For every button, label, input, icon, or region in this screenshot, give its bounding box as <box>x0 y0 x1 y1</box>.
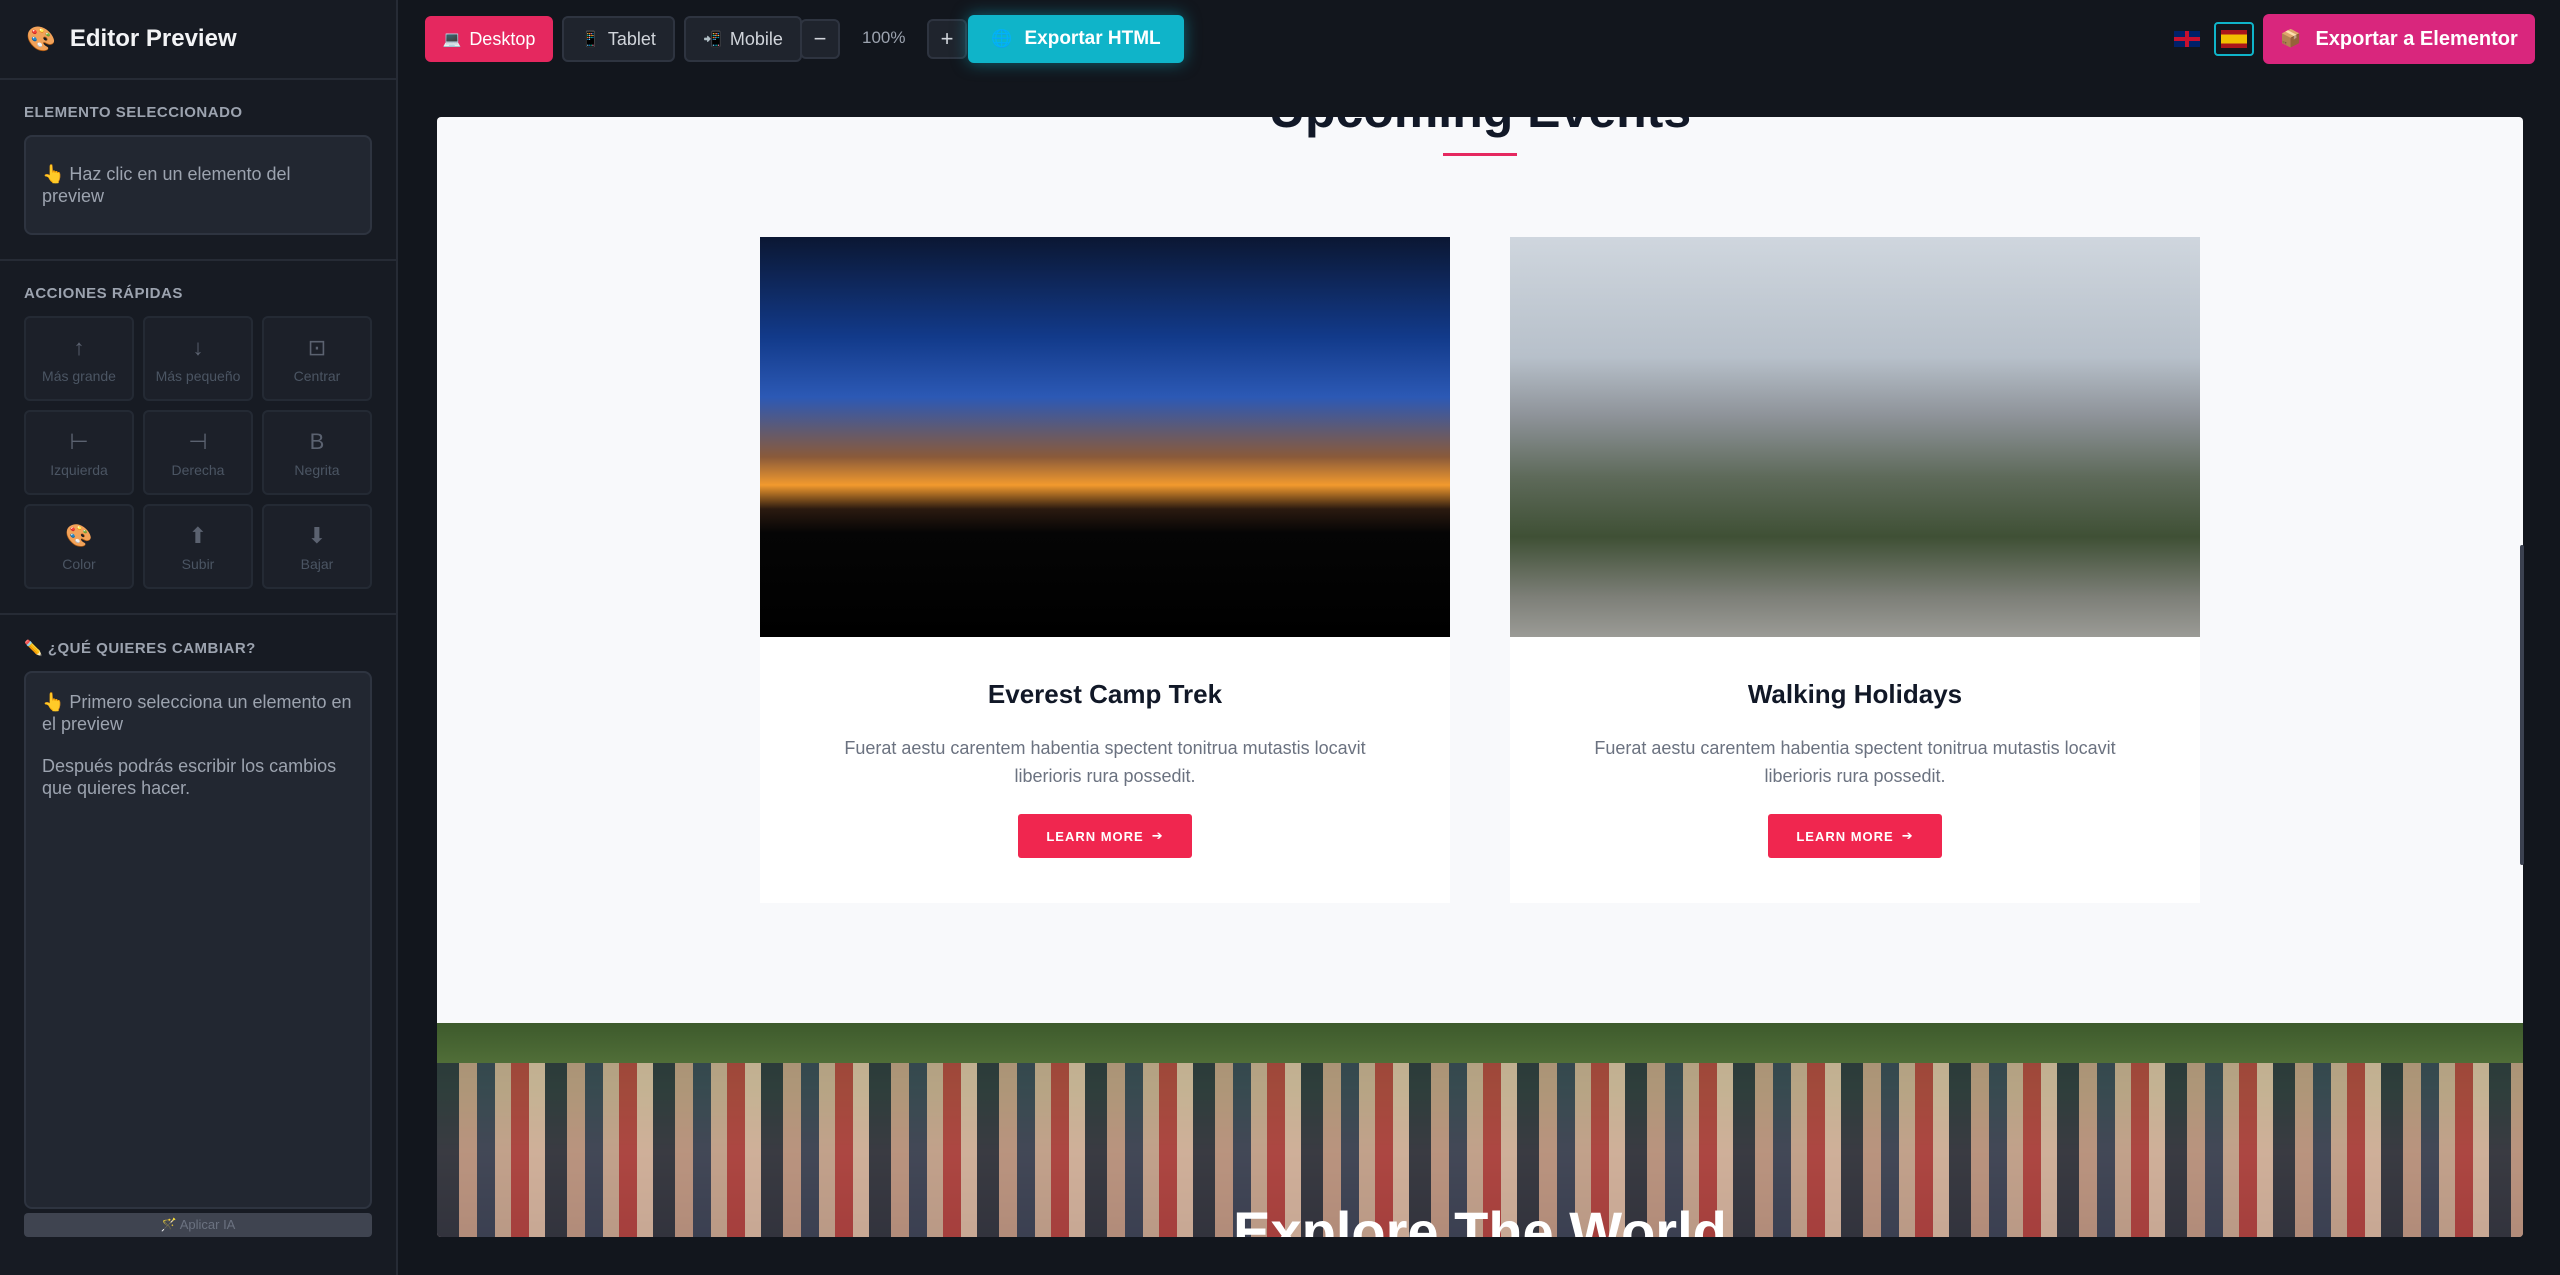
arrow-right-icon: ➔ <box>1151 828 1164 843</box>
move-up-icon: ⬆ <box>188 522 208 548</box>
explore-banner[interactable]: Explore The World <box>437 1023 2523 1237</box>
toolbar: 💻 Desktop 📱 Tablet 📲 Mobile − 100% + 🌐 Expor… <box>400 0 2560 78</box>
color-button[interactable]: 🎨 Color <box>24 504 134 589</box>
quick-action-label: Color <box>62 555 96 572</box>
sidebar-header: 🎨 Editor Preview <box>0 0 396 80</box>
device-label: Tablet <box>607 28 656 49</box>
move-up-button[interactable]: ⬆ Subir <box>143 504 253 589</box>
app-title: Editor Preview <box>69 25 237 52</box>
quick-action-label: Bajar <box>300 555 334 572</box>
mobile-icon: 📲 <box>703 31 722 48</box>
zoom-in-button[interactable]: + <box>927 19 967 59</box>
apply-ai-button[interactable]: 🪄 Aplicar IA <box>24 1213 372 1237</box>
quick-action-label: Más pequeño <box>155 367 241 384</box>
device-label: Desktop <box>469 28 536 49</box>
preview-frame[interactable]: Upcoming Events Everest Camp Trek Fuerat… <box>437 117 2523 1237</box>
uk-flag-icon <box>2174 31 2200 47</box>
align-left-button[interactable]: ⊢ Izquierda <box>24 410 134 495</box>
arrow-right-icon: ➔ <box>1901 828 1914 843</box>
center-icon: ⊡ <box>307 334 327 360</box>
change-request-label: ✏️ ¿QUÉ QUIERES CAMBIAR? <box>24 640 256 657</box>
quick-action-label: Izquierda <box>50 461 108 478</box>
learn-more-button[interactable]: LEARN MORE ➔ <box>1018 814 1192 858</box>
language-en-button[interactable] <box>2172 24 2202 54</box>
export-html-button[interactable]: 🌐 Exportar HTML <box>968 15 1184 63</box>
align-right-button[interactable]: ⊣ Derecha <box>143 410 253 495</box>
learn-more-label: LEARN MORE <box>1046 828 1144 844</box>
change-hint-primary: 👆 Primero selecciona un elemento en el p… <box>42 692 352 734</box>
event-description[interactable]: Fuerat aestu carentem habentia spectent … <box>1575 734 2135 790</box>
event-title[interactable]: Everest Camp Trek <box>760 679 1450 710</box>
quick-action-label: Más grande <box>42 367 116 384</box>
align-right-icon: ⊣ <box>188 428 208 454</box>
zoom-out-button[interactable]: − <box>800 19 840 59</box>
globe-icon: 🌐 <box>991 29 1013 48</box>
tablet-icon: 📱 <box>581 31 600 48</box>
quick-actions-label: ACCIONES RÁPIDAS <box>24 285 183 302</box>
move-down-icon: ⬇ <box>307 522 327 548</box>
palette-icon: 🎨 <box>26 25 56 53</box>
arrow-up-icon: ↑ <box>73 334 85 360</box>
mountain-image[interactable] <box>1510 237 2200 637</box>
smaller-button[interactable]: ↓ Más pequeño <box>143 316 253 401</box>
learn-more-button[interactable]: LEARN MORE ➔ <box>1768 814 1942 858</box>
language-es-button[interactable] <box>2214 22 2254 56</box>
selected-element-section: ELEMENTO SELECCIONADO 👆 Haz clic en un e… <box>0 80 396 261</box>
palette-icon: 🎨 <box>65 522 93 548</box>
event-card[interactable]: Walking Holidays Fuerat aestu carentem h… <box>1510 237 2200 903</box>
export-elementor-label: Exportar a Elementor <box>2315 27 2518 50</box>
align-left-icon: ⊢ <box>69 428 89 454</box>
change-request-textarea[interactable]: 👆 Primero selecciona un elemento en el p… <box>24 671 372 1209</box>
device-tablet-button[interactable]: 📱 Tablet <box>562 16 675 62</box>
quick-action-label: Centrar <box>293 367 341 384</box>
device-label: Mobile <box>729 28 783 49</box>
quick-action-label: Derecha <box>171 461 225 478</box>
quick-actions-section: ACCIONES RÁPIDAS ↑ Más grande ↓ Más pequeñ… <box>0 261 396 615</box>
banner-title[interactable]: Explore The World <box>437 1199 2523 1237</box>
quick-action-label: Negrita <box>294 461 340 478</box>
change-request-section: ✏️ ¿QUÉ QUIERES CAMBIAR? 👆 Primero selec… <box>0 615 396 1261</box>
bold-icon: B <box>309 428 325 454</box>
event-description[interactable]: Fuerat aestu carentem habentia spectent … <box>825 734 1385 790</box>
change-hint-secondary: Después podrás escribir los cambios que … <box>42 756 337 798</box>
package-icon: 📦 <box>2280 29 2302 48</box>
learn-more-label: LEARN MORE <box>1796 828 1894 844</box>
event-title[interactable]: Walking Holidays <box>1510 679 2200 710</box>
export-html-label: Exportar HTML <box>1024 28 1161 49</box>
device-mobile-button[interactable]: 📲 Mobile <box>684 16 802 62</box>
selected-element-box: 👆 Haz clic en un elemento del preview <box>24 135 372 235</box>
sidebar: 🎨 Editor Preview ELEMENTO SELECCIONADO 👆… <box>0 0 398 1275</box>
arrow-down-icon: ↓ <box>192 334 204 360</box>
preview-scrollbar[interactable] <box>2520 545 2524 865</box>
export-elementor-button[interactable]: 📦 Exportar a Elementor <box>2263 14 2535 64</box>
selected-element-label: ELEMENTO SELECCIONADO <box>24 104 243 121</box>
bold-button[interactable]: B Negrita <box>262 410 372 495</box>
zoom-level: 100% <box>862 28 906 47</box>
section-title[interactable]: Upcoming Events <box>437 117 2523 139</box>
move-down-button[interactable]: ⬇ Bajar <box>262 504 372 589</box>
quick-actions-grid: ↑ Más grande ↓ Más pequeño ⊡ Centrar ⊢ Izqui… <box>24 316 372 589</box>
center-button[interactable]: ⊡ Centrar <box>262 316 372 401</box>
desktop-icon: 💻 <box>442 31 462 48</box>
sunset-image[interactable] <box>760 237 1450 637</box>
bigger-button[interactable]: ↑ Más grande <box>24 316 134 401</box>
title-underline <box>1443 153 1517 156</box>
event-card[interactable]: Everest Camp Trek Fuerat aestu carentem … <box>760 237 1450 903</box>
spain-flag-icon <box>2221 30 2247 48</box>
quick-action-label: Subir <box>181 555 215 572</box>
device-desktop-button[interactable]: 💻 Desktop <box>425 16 553 62</box>
